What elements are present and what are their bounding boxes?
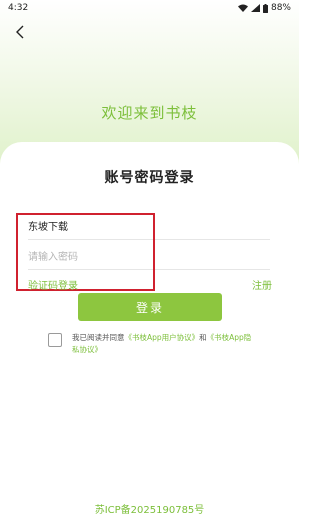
wifi-icon: [237, 4, 248, 12]
status-time: 4:32: [8, 3, 29, 13]
register-link[interactable]: 注册: [252, 277, 272, 292]
agreement-checkbox[interactable]: [48, 333, 62, 347]
chevron-left-icon: [16, 25, 24, 39]
signal-icon: [250, 4, 260, 12]
user-agreement-link[interactable]: 《书枝App用户协议》: [125, 333, 200, 342]
agreement-and: 和: [199, 333, 207, 342]
login-button[interactable]: 登录: [78, 293, 222, 321]
agreement-prefix: 我已阅读并同意: [72, 333, 125, 342]
battery-icon: [262, 3, 268, 13]
login-title: 账号密码登录: [104, 170, 195, 186]
battery-percent: 88%: [270, 3, 291, 13]
agreement-text: 我已阅读并同意《书枝App用户协议》和《书枝App隐私协议》: [72, 332, 257, 356]
status-icons: 88%: [237, 3, 291, 13]
verify-code-login-link[interactable]: 验证码登录: [28, 277, 78, 292]
status-bar: 4:32 88%: [0, 0, 299, 16]
welcome-title: 欢迎来到书枝: [101, 104, 198, 122]
back-button[interactable]: [10, 22, 30, 42]
icp-number[interactable]: 苏ICP备2025190785号: [0, 501, 299, 516]
